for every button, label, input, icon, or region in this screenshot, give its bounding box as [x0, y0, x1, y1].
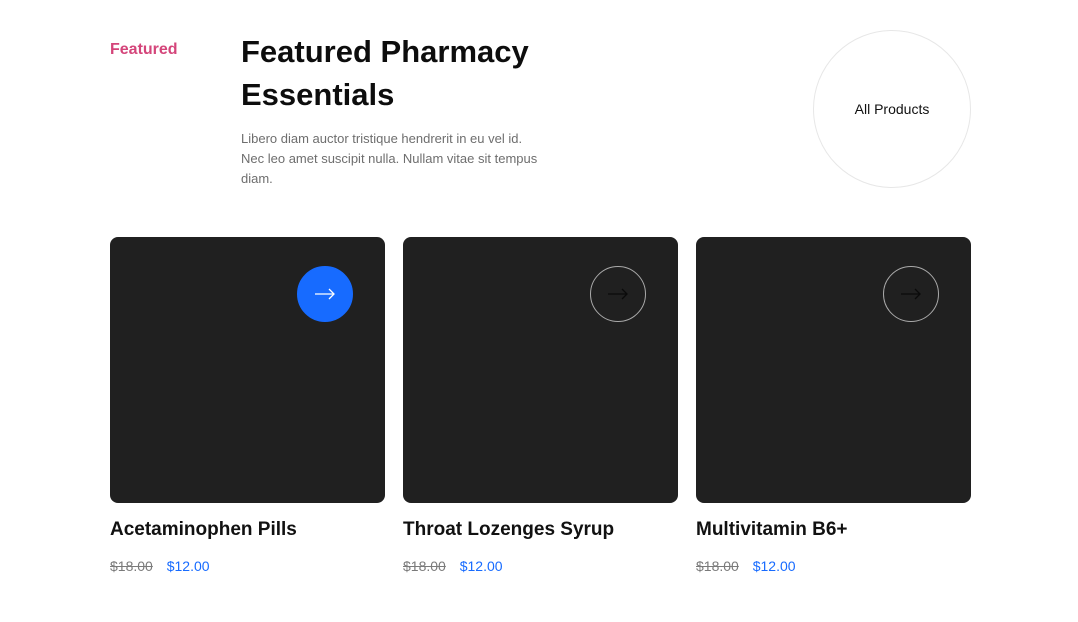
section-eyebrow: Featured [110, 41, 178, 58]
product-image[interactable] [696, 237, 971, 503]
arrow-right-icon [315, 288, 335, 300]
product-name[interactable]: Throat Lozenges Syrup [403, 516, 678, 544]
old-price: $18.00 [696, 558, 739, 574]
sale-price: $12.00 [752, 558, 796, 574]
product-arrow-button[interactable] [297, 266, 353, 322]
sale-price: $12.00 [166, 558, 210, 574]
all-products-button[interactable]: All Products [813, 30, 971, 188]
product-arrow-button[interactable] [590, 266, 646, 322]
product-image[interactable] [110, 237, 385, 503]
price-row: $18.00 $12.00 [696, 556, 971, 576]
product-name[interactable]: Multivitamin B6+ [696, 516, 971, 544]
product-card[interactable]: Acetaminophen Pills $18.00 $12.00 [110, 237, 385, 576]
product-card[interactable]: Throat Lozenges Syrup $18.00 $12.00 [403, 237, 678, 576]
arrow-right-icon [608, 288, 628, 300]
price-row: $18.00 $12.00 [403, 556, 678, 576]
sale-price: $12.00 [459, 558, 503, 574]
section-description: Libero diam auctor tristique hendrerit i… [241, 131, 538, 186]
section-title: Featured Pharmacy Essentials [241, 34, 529, 112]
product-image[interactable] [403, 237, 678, 503]
arrow-right-icon [901, 288, 921, 300]
product-arrow-button[interactable] [883, 266, 939, 322]
product-name[interactable]: Acetaminophen Pills [110, 516, 385, 544]
price-row: $18.00 $12.00 [110, 556, 385, 576]
old-price: $18.00 [110, 558, 153, 574]
old-price: $18.00 [403, 558, 446, 574]
product-card[interactable]: Multivitamin B6+ $18.00 $12.00 [696, 237, 971, 576]
